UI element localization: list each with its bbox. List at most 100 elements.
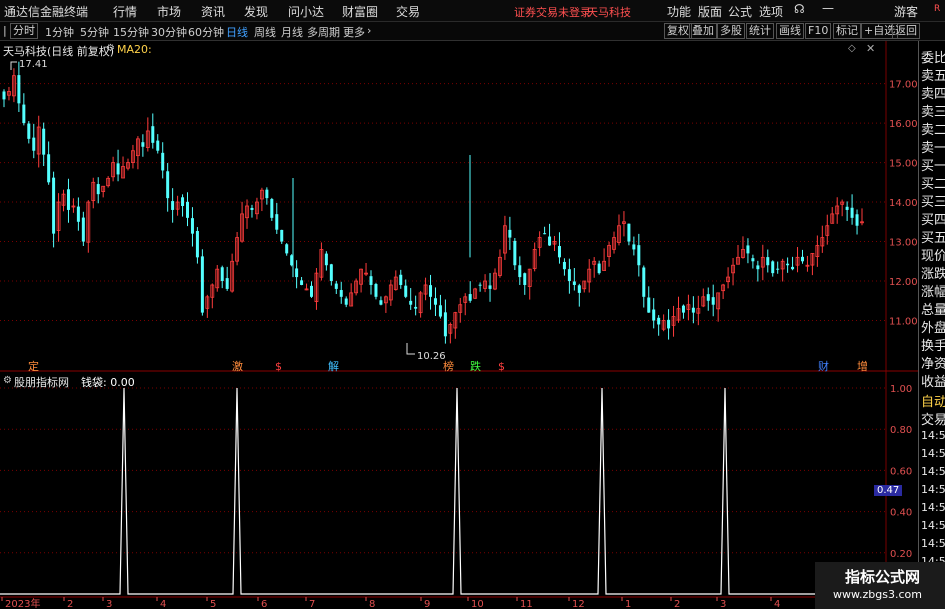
minimize-icon[interactable]: —: [822, 1, 834, 15]
menu-item-discover[interactable]: 发现: [244, 3, 268, 20]
tick-time: 14:5: [921, 501, 945, 514]
candle-body-up: [731, 264, 735, 274]
close-icon[interactable]: ✕: [866, 42, 875, 55]
candle-body-down: [32, 137, 36, 151]
candle-body-up: [696, 308, 701, 314]
candle-body-up: [111, 162, 116, 178]
candle-body-up: [354, 280, 359, 294]
menu-item-sector[interactable]: 市场: [157, 3, 181, 20]
period-monthly[interactable]: 月线: [281, 24, 303, 40]
candle-body-up: [602, 260, 607, 271]
candle-body-down: [438, 305, 442, 317]
candle-body-up: [810, 252, 815, 266]
event-marker: 跌: [470, 359, 481, 373]
user-label[interactable]: 游客: [894, 3, 918, 20]
candle-body-down: [300, 280, 304, 285]
event-marker: 定: [28, 359, 39, 373]
candle-body-up: [498, 256, 502, 276]
btn-return[interactable]: 返回: [892, 23, 920, 39]
candle-body-up: [56, 201, 61, 231]
period-weekly[interactable]: 周线: [254, 24, 276, 40]
max-price-label: 17.41: [19, 59, 48, 70]
btn-adjust[interactable]: 复权: [664, 23, 692, 39]
btn-stats[interactable]: 统计: [746, 23, 774, 39]
candle-body-up: [661, 320, 666, 330]
menu-item-function[interactable]: 功能: [667, 3, 691, 20]
candle-body-down: [691, 307, 695, 313]
candle-body-up: [780, 260, 785, 270]
indicator-line: [0, 387, 886, 595]
candle-body-up: [493, 272, 497, 290]
menu-item-options[interactable]: 选项: [759, 3, 783, 20]
btn-draw-line[interactable]: 画线: [776, 23, 804, 39]
menu-item-layout[interactable]: 版面: [698, 3, 722, 20]
menu-item-wealth[interactable]: 财富圈: [342, 3, 378, 20]
candle-body-down: [746, 245, 750, 254]
candle-body-down: [572, 281, 576, 285]
candle-body-up: [314, 272, 319, 302]
auto-trade-label[interactable]: 自动: [921, 391, 945, 410]
sidebar-item-wb: 委比: [921, 51, 945, 66]
candle-body-down: [151, 126, 155, 143]
candle-body-up: [726, 276, 730, 283]
candle-body-up: [106, 177, 111, 187]
candle-body-down: [577, 285, 581, 293]
candle-body-down: [186, 201, 190, 218]
candle-body-up: [86, 201, 91, 243]
candle-body-up: [537, 237, 542, 248]
candle-body-up: [671, 316, 676, 326]
watermark-title: 指标公式网: [845, 568, 921, 586]
period-60min[interactable]: 60分钟: [188, 24, 224, 40]
period-30min[interactable]: 30分钟: [151, 24, 187, 40]
headset-icon[interactable]: ☊: [794, 2, 805, 16]
period-daily[interactable]: 日线: [226, 24, 248, 40]
candle-body-up: [121, 166, 125, 179]
btn-overlay[interactable]: 叠加: [689, 23, 717, 39]
menu-item-market[interactable]: 行情: [113, 3, 137, 20]
menu-item-trade[interactable]: 交易: [396, 3, 420, 20]
btn-f10[interactable]: F10: [805, 23, 832, 39]
candle-body-down: [557, 246, 561, 258]
candle-body-up: [91, 181, 96, 202]
btn-multi-stock[interactable]: 多股: [717, 23, 745, 39]
candle-body-up: [145, 130, 150, 148]
login-notice[interactable]: 证券交易未登录: [514, 4, 591, 20]
period-multi[interactable]: 多周期: [307, 24, 340, 40]
period-more[interactable]: 更多: [343, 24, 365, 40]
trade-label[interactable]: 交易: [921, 409, 945, 428]
candle-body-down: [275, 214, 279, 230]
sidebar-item-outer: 外盘: [921, 321, 945, 336]
kline-chart[interactable]: 17.00 16.00 15.00 14.00 13.00 12.00 11.00 1.00 0…: [0, 0, 945, 609]
candle-body-down: [225, 278, 229, 289]
btn-mark[interactable]: 标记: [833, 23, 861, 39]
candle-body-down: [647, 297, 651, 313]
chevron-right-icon[interactable]: ›: [367, 24, 371, 37]
candle-body-up: [815, 245, 820, 257]
period-5min[interactable]: 5分钟: [80, 24, 109, 40]
indicator-settings-icon[interactable]: ⚙: [3, 375, 12, 386]
candle-body-down: [513, 240, 517, 266]
period-timeshare[interactable]: 分时: [10, 23, 38, 39]
candle-body-down: [17, 75, 21, 104]
candle-body-down: [443, 312, 447, 337]
x-tick-label: 3: [106, 599, 112, 609]
back-arrow-icon[interactable]: |: [3, 24, 7, 37]
candle-body-down: [751, 258, 755, 262]
candle-body-down: [309, 285, 313, 297]
period-15min[interactable]: 15分钟: [113, 24, 149, 40]
min-price-label: 10.26: [417, 351, 446, 362]
candle-body-down: [681, 305, 685, 313]
sidebar-item-buy4: 买四: [921, 213, 945, 228]
collapse-icon[interactable]: ◇: [848, 43, 856, 54]
candle-body-up: [12, 75, 16, 97]
candle-body-down: [290, 255, 294, 266]
period-1min[interactable]: 1分钟: [45, 24, 74, 40]
menu-item-news[interactable]: 资讯: [201, 3, 225, 20]
sidebar-item-change: 涨跌: [921, 267, 945, 282]
settings-gear-icon[interactable]: ⚙: [106, 43, 115, 54]
menu-item-ask[interactable]: 问小达: [288, 3, 324, 20]
candle-body-up: [393, 276, 398, 290]
candle-body-up: [795, 256, 800, 266]
candle-body-down: [66, 189, 70, 210]
menu-item-formula[interactable]: 公式: [728, 3, 752, 20]
